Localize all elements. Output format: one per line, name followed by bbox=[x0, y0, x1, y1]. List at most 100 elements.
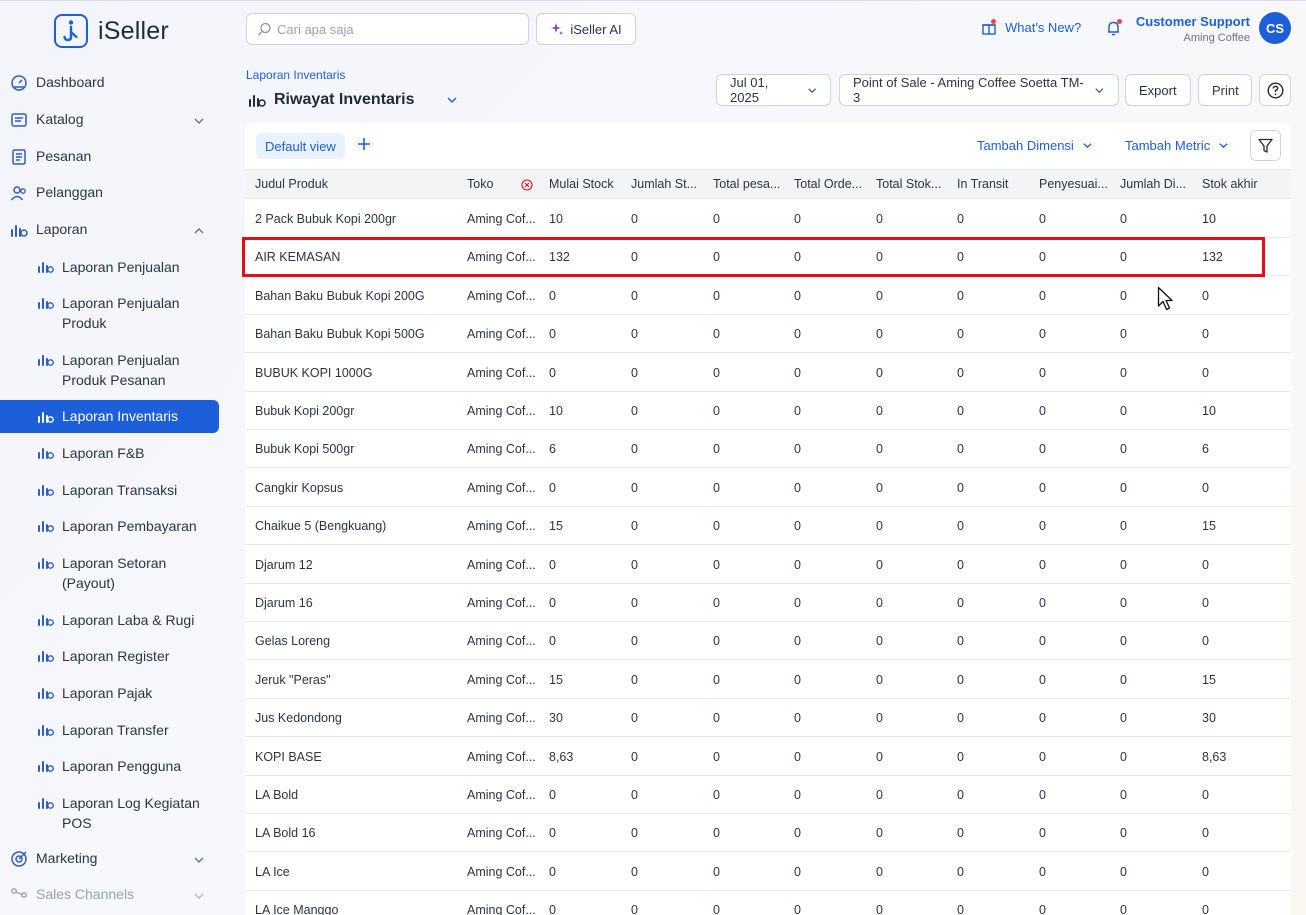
table-cell: 0 bbox=[1202, 788, 1209, 802]
sidebar-item-katalog[interactable]: Katalog bbox=[0, 111, 219, 131]
add-view-icon[interactable] bbox=[356, 136, 372, 152]
table-row[interactable]: Cangkir Kopsus Aming Cof... 0 0 0 0 0 0 0 0 0 bbox=[245, 469, 1291, 507]
column-header[interactable]: Total Orde... bbox=[794, 177, 870, 191]
table-row[interactable]: Djarum 16 Aming Cof... 0 0 0 0 0 0 0 0 0 bbox=[245, 584, 1291, 622]
column-header[interactable]: Penyesuai... bbox=[1039, 177, 1115, 191]
table-cell: 0 bbox=[713, 327, 720, 342]
table-cell: 0 bbox=[957, 365, 964, 380]
sidebar-report-item[interactable]: Laporan Penjualan Produk bbox=[0, 293, 219, 333]
table-cell: 0 bbox=[713, 826, 720, 841]
breadcrumb[interactable]: Laporan Inventaris bbox=[246, 68, 345, 82]
sidebar-item-dashboard[interactable]: Dashboard bbox=[0, 74, 219, 94]
table-row[interactable]: KOPI BASE Aming Cof... 8,63 0 0 0 0 0 0 0 8,63 bbox=[245, 738, 1291, 776]
table-row[interactable]: LA Ice Aming Cof... 0 0 0 0 0 0 0 0 0 bbox=[245, 853, 1291, 891]
sidebar-report-item[interactable]: Laporan Register bbox=[0, 646, 219, 666]
table-row[interactable]: LA Bold Aming Cof... 0 0 0 0 0 0 0 0 0 bbox=[245, 776, 1291, 814]
sidebar-item-marketing[interactable]: Marketing bbox=[0, 850, 219, 870]
table-cell: 0 bbox=[549, 596, 556, 610]
export-button[interactable]: Export bbox=[1125, 74, 1191, 106]
table-cell: Djarum 16 bbox=[255, 596, 313, 610]
sidebar-item-pelanggan[interactable]: Pelanggan bbox=[0, 184, 219, 204]
remove-column-icon[interactable] bbox=[521, 179, 533, 191]
table-cell: Aming Cof... bbox=[467, 519, 536, 534]
search-input[interactable]: Cari apa saja bbox=[246, 13, 529, 45]
table-cell: Bubuk Kopi 200gr bbox=[255, 404, 355, 418]
column-header[interactable]: Total pesa... bbox=[713, 177, 789, 191]
table-cell: Aming Cof... bbox=[467, 288, 536, 303]
table-row[interactable]: LA Ice Manggo Aming Cof... 0 0 0 0 0 0 0 0 0 bbox=[245, 891, 1291, 915]
sidebar-report-item[interactable]: Laporan Transaksi bbox=[0, 480, 219, 500]
table-cell: 0 bbox=[1120, 404, 1127, 418]
sidebar-report-item[interactable]: Laporan Transfer bbox=[0, 720, 219, 740]
table-cell: 0 bbox=[957, 711, 964, 726]
outlet-select[interactable]: Point of Sale - Aming Coffee Soetta TM-3 bbox=[839, 74, 1119, 106]
user-menu[interactable]: Customer Support Aming Coffee bbox=[1136, 14, 1250, 44]
sidebar-report-item[interactable]: Laporan Laba & Rugi bbox=[0, 610, 219, 630]
page-title[interactable]: Riwayat Inventaris bbox=[248, 91, 415, 109]
sidebar-report-item[interactable]: Laporan Pengguna bbox=[0, 756, 219, 776]
column-header[interactable]: Total Stok... bbox=[876, 177, 952, 191]
table-cell: 0 bbox=[1202, 557, 1209, 572]
sidebar-item-laporan[interactable]: Laporan bbox=[0, 221, 219, 241]
table-cell: 0 bbox=[1202, 365, 1209, 380]
table-cell: 0 bbox=[1039, 365, 1046, 380]
table-cell: 0 bbox=[1039, 864, 1046, 879]
column-header[interactable]: Toko bbox=[467, 177, 517, 191]
table-row[interactable]: Bahan Baku Bubuk Kopi 200G Aming Cof... 0 0… bbox=[245, 277, 1291, 315]
table-row[interactable]: Bahan Baku Bubuk Kopi 500G Aming Cof... 0 0… bbox=[245, 315, 1291, 354]
table-row[interactable]: Gelas Loreng Aming Cof... 0 0 0 0 0 0 0 0 0 bbox=[245, 622, 1291, 661]
table-cell: 0 bbox=[794, 288, 801, 303]
table-row[interactable]: AIR KEMASAN Aming Cof... 132 0 0 0 0 0 0 0 132 bbox=[245, 238, 1291, 277]
table-row[interactable]: Jeruk "Peras" Aming Cof... 15 0 0 0 0 0 0 0 15 bbox=[245, 661, 1291, 699]
print-label: Print bbox=[1212, 82, 1239, 98]
table-cell: 0 bbox=[631, 212, 638, 226]
table-row[interactable]: 2 Pack Bubuk Kopi 200gr Aming Cof... 10 0 0 0… bbox=[245, 200, 1291, 238]
add-metric-button[interactable]: Tambah Metric bbox=[1125, 138, 1229, 153]
add-dimension-button[interactable]: Tambah Dimensi bbox=[977, 138, 1093, 153]
sidebar-report-item[interactable]: Laporan Log Kegiatan POS bbox=[0, 793, 219, 833]
avatar[interactable]: CS bbox=[1259, 12, 1291, 44]
table-cell: 0 bbox=[957, 327, 964, 342]
add-dimension-label: Tambah Dimensi bbox=[977, 138, 1074, 153]
column-header[interactable]: Jumlah Di... bbox=[1120, 177, 1196, 191]
sidebar-item-sales-channels[interactable]: Sales Channels bbox=[0, 886, 219, 906]
table-row[interactable]: Djarum 12 Aming Cof... 0 0 0 0 0 0 0 0 0 bbox=[245, 546, 1291, 584]
table-row[interactable]: BUBUK KOPI 1000G Aming Cof... 0 0 0 0 0 0 0 0 0 bbox=[245, 354, 1291, 392]
help-button[interactable] bbox=[1259, 74, 1291, 106]
column-header[interactable]: Mulai Stock bbox=[549, 177, 627, 191]
add-metric-label: Tambah Metric bbox=[1125, 138, 1211, 153]
column-header[interactable]: Judul Produk bbox=[255, 177, 460, 191]
table-cell: LA Ice bbox=[255, 864, 290, 879]
table-cell: 0 bbox=[1039, 672, 1046, 687]
table-cell: 0 bbox=[713, 442, 720, 457]
sidebar-item-pesanan[interactable]: Pesanan bbox=[0, 148, 219, 168]
table-row[interactable]: LA Bold 16 Aming Cof... 0 0 0 0 0 0 0 0 0 bbox=[245, 814, 1291, 853]
app-logo[interactable]: iSeller bbox=[54, 14, 169, 48]
column-header[interactable]: In Transit bbox=[957, 177, 1033, 191]
table-row[interactable]: Bubuk Kopi 500gr Aming Cof... 6 0 0 0 0 0 0 0 6 bbox=[245, 430, 1291, 469]
column-header[interactable]: Stok akhir bbox=[1202, 177, 1282, 191]
table-row[interactable]: Chaikue 5 (Bengkuang) Aming Cof... 15 0 0 0 0 0… bbox=[245, 507, 1291, 546]
sidebar-report-item[interactable]: Laporan Penjualan bbox=[0, 257, 219, 277]
table-row[interactable]: Bubuk Kopi 200gr Aming Cof... 10 0 0 0 0 0 0 0 10 bbox=[245, 392, 1291, 430]
table-cell: 0 bbox=[1120, 788, 1127, 802]
sidebar-report-item[interactable]: Laporan F&B bbox=[0, 443, 219, 463]
notification-button[interactable] bbox=[1105, 19, 1123, 42]
sidebar-report-item[interactable]: Laporan Inventaris bbox=[0, 400, 219, 433]
sidebar-report-item[interactable]: Laporan Pembayaran bbox=[0, 516, 219, 536]
table-row[interactable]: Jus Kedondong Aming Cof... 30 0 0 0 0 0 0 0 30 bbox=[245, 699, 1291, 738]
print-button[interactable]: Print bbox=[1198, 74, 1252, 106]
sidebar-report-item[interactable]: Laporan Pajak bbox=[0, 683, 219, 703]
filter-button[interactable] bbox=[1250, 130, 1281, 161]
sidebar-item-label: Katalog bbox=[36, 111, 84, 127]
whats-new-link[interactable]: What's New? bbox=[981, 19, 1081, 35]
default-view-tab[interactable]: Default view bbox=[256, 133, 345, 159]
channels-icon bbox=[11, 888, 27, 898]
report-card: Default view Tambah Dimensi Tambah Metri… bbox=[245, 123, 1291, 915]
sidebar-report-item[interactable]: Laporan Penjualan Produk Pesanan bbox=[0, 350, 219, 390]
chevron-down-icon[interactable] bbox=[446, 94, 458, 106]
column-header[interactable]: Jumlah St... bbox=[631, 177, 707, 191]
iseller-ai-button[interactable]: iSeller AI bbox=[536, 13, 636, 45]
sidebar-report-item[interactable]: Laporan Setoran (Payout) bbox=[0, 553, 219, 593]
date-picker[interactable]: Jul 01, 2025 bbox=[716, 74, 831, 106]
